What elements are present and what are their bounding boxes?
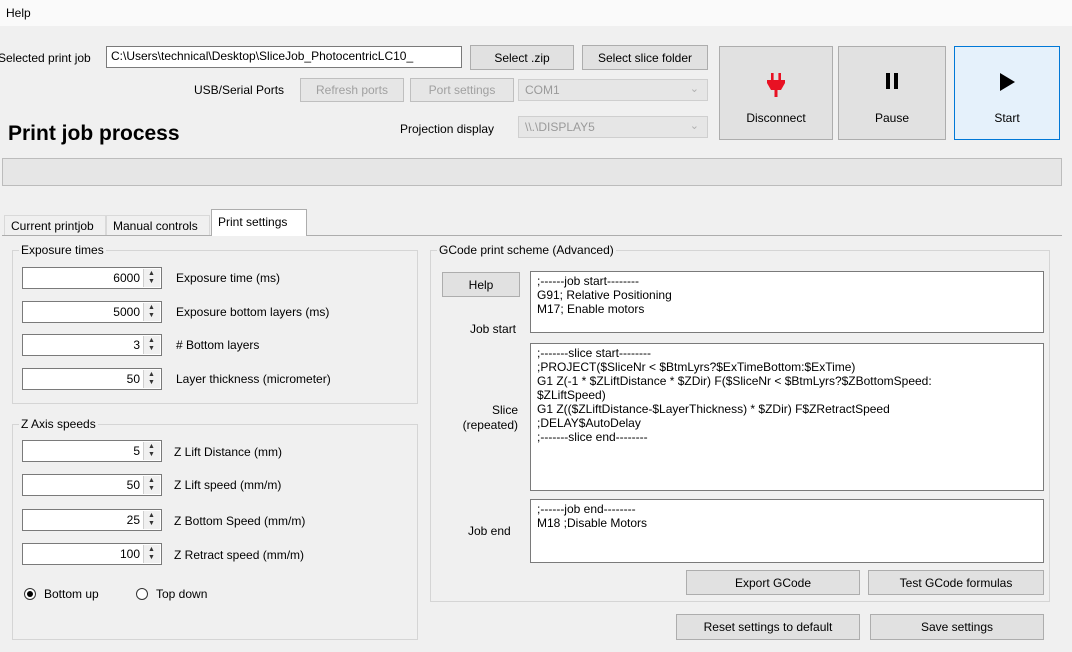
z-lift-distance-label: Z Lift Distance (mm) — [174, 445, 283, 459]
layer-thickness-label: Layer thickness (micrometer) — [176, 372, 331, 386]
z-retract-speed-stepper[interactable]: 100 ▲ ▼ — [22, 543, 162, 565]
selected-print-job-label: Selected print job — [0, 51, 91, 65]
chevron-down-icon: ⌄ — [689, 83, 699, 95]
z-lift-speed-value: 50 — [126, 478, 140, 492]
code-line: ;------job end-------- — [537, 502, 636, 516]
start-button[interactable]: Start — [954, 46, 1060, 140]
slice-gcode-field[interactable]: ;-------slice start-------- ;PROJECT($Sl… — [530, 343, 1044, 491]
z-bottom-speed-value: 25 — [126, 513, 140, 527]
bottom-layers-value: 3 — [133, 338, 140, 352]
code-line: $ZLiftSpeed) — [537, 388, 606, 402]
pause-button[interactable]: Pause — [838, 46, 946, 140]
spin-updown-icon[interactable]: ▲ ▼ — [143, 442, 160, 460]
tab-current-printjob[interactable]: Current printjob — [4, 215, 106, 235]
spin-updown-icon[interactable]: ▲ ▼ — [143, 336, 160, 354]
select-slice-folder-button[interactable]: Select slice folder — [582, 45, 708, 70]
job-start-label: Job start — [470, 322, 517, 336]
test-gcode-formulas-button[interactable]: Test GCode formulas — [868, 570, 1044, 595]
code-line: M18 ;Disable Motors — [537, 516, 648, 530]
spin-updown-icon[interactable]: ▲ ▼ — [143, 476, 160, 494]
bottom-up-label[interactable]: Bottom up — [44, 587, 99, 601]
com-port-value: COM1 — [525, 83, 560, 97]
spin-updown-icon[interactable]: ▲ ▼ — [143, 303, 160, 321]
exposure-time-label: Exposure time (ms) — [176, 271, 281, 285]
plug-icon — [720, 73, 832, 100]
spin-updown-icon[interactable]: ▲ ▼ — [143, 370, 160, 388]
job-end-gcode-field[interactable]: ;------job end-------- M18 ;Disable Moto… — [530, 499, 1044, 563]
code-line: ;-------slice end-------- — [537, 430, 648, 444]
exposure-bottom-layers-stepper[interactable]: 5000 ▲ ▼ — [22, 301, 162, 323]
projection-display-label: Projection display — [400, 122, 495, 136]
com-port-select[interactable]: COM1 ⌄ — [518, 79, 708, 101]
tab-manual-controls[interactable]: Manual controls — [106, 215, 210, 235]
start-label: Start — [994, 111, 1020, 125]
chevron-down-icon: ⌄ — [689, 120, 699, 132]
menu-bar — [0, 0, 1072, 26]
spin-updown-icon[interactable]: ▲ ▼ — [143, 545, 160, 563]
play-icon — [955, 73, 1059, 94]
spin-updown-icon[interactable]: ▲ ▼ — [143, 269, 160, 287]
z-retract-speed-value: 100 — [119, 547, 140, 561]
disconnect-label: Disconnect — [746, 111, 806, 125]
pause-icon — [839, 73, 945, 92]
code-line: M17; Enable motors — [537, 302, 645, 316]
code-line: ;------job start-------- — [537, 274, 639, 288]
bottom-layers-label: # Bottom layers — [176, 338, 260, 352]
print-progress-bar — [2, 158, 1062, 186]
bottom-up-radio[interactable] — [24, 588, 36, 600]
select-zip-button[interactable]: Select .zip — [470, 45, 574, 70]
slice-label: Slice — [491, 403, 518, 417]
spin-updown-icon[interactable]: ▲ ▼ — [143, 511, 160, 529]
z-bottom-speed-label: Z Bottom Speed (mm/m) — [174, 514, 306, 528]
layer-thickness-stepper[interactable]: 50 ▲ ▼ — [22, 368, 162, 390]
port-settings-button[interactable]: Port settings — [410, 78, 514, 102]
code-line: ;DELAY$AutoDelay — [537, 416, 641, 430]
page-title: Print job process — [8, 122, 180, 145]
exposure-bottom-layers-label: Exposure bottom layers (ms) — [176, 305, 330, 319]
code-line: G91; Relative Positioning — [537, 288, 672, 302]
refresh-ports-button[interactable]: Refresh ports — [300, 78, 404, 102]
z-retract-speed-label: Z Retract speed (mm/m) — [174, 548, 305, 562]
top-down-label[interactable]: Top down — [156, 587, 207, 601]
exposure-time-stepper[interactable]: 6000 ▲ ▼ — [22, 267, 162, 289]
top-down-radio[interactable] — [136, 588, 148, 600]
export-gcode-button[interactable]: Export GCode — [686, 570, 860, 595]
reset-settings-button[interactable]: Reset settings to default — [676, 614, 860, 640]
code-line: G1 Z(($ZLiftDistance-$LayerThickness) * … — [537, 402, 890, 416]
z-lift-distance-stepper[interactable]: 5 ▲ ▼ — [22, 440, 162, 462]
z-bottom-speed-stepper[interactable]: 25 ▲ ▼ — [22, 509, 162, 531]
z-lift-speed-stepper[interactable]: 50 ▲ ▼ — [22, 474, 162, 496]
gcode-scheme-title: GCode print scheme (Advanced) — [437, 243, 616, 257]
usb-serial-ports-label: USB/Serial Ports — [194, 83, 285, 97]
code-line: ;PROJECT($SliceNr < $BtmLyrs?$ExTimeBott… — [537, 360, 856, 374]
print-job-path-field[interactable]: C:\Users\technical\Desktop\SliceJob_Phot… — [106, 46, 462, 68]
z-lift-distance-value: 5 — [133, 444, 140, 458]
bottom-layers-stepper[interactable]: 3 ▲ ▼ — [22, 334, 162, 356]
save-settings-button[interactable]: Save settings — [870, 614, 1044, 640]
tab-print-settings[interactable]: Print settings — [211, 209, 307, 236]
menu-help[interactable]: Help — [6, 6, 31, 20]
code-line: G1 Z(-1 * $ZLiftDistance * $ZDir) F($Sli… — [537, 374, 932, 388]
z-axis-speeds-title: Z Axis speeds — [19, 417, 98, 431]
z-lift-speed-label: Z Lift speed (mm/m) — [174, 478, 282, 492]
job-end-label: Job end — [468, 524, 511, 538]
projection-display-select[interactable]: \\.\DISPLAY5 ⌄ — [518, 116, 708, 138]
disconnect-button[interactable]: Disconnect — [719, 46, 833, 140]
exposure-times-title: Exposure times — [19, 243, 106, 257]
exposure-bottom-layers-value: 5000 — [113, 305, 140, 319]
gcode-help-button[interactable]: Help — [442, 272, 520, 297]
projection-display-value: \\.\DISPLAY5 — [525, 120, 595, 134]
code-line: ;-------slice start-------- — [537, 346, 651, 360]
job-start-gcode-field[interactable]: ;------job start-------- G91; Relative P… — [530, 271, 1044, 333]
layer-thickness-value: 50 — [126, 372, 140, 386]
pause-label: Pause — [874, 111, 910, 125]
exposure-time-value: 6000 — [113, 271, 140, 285]
slice-repeated-label: (repeated) — [462, 418, 518, 432]
